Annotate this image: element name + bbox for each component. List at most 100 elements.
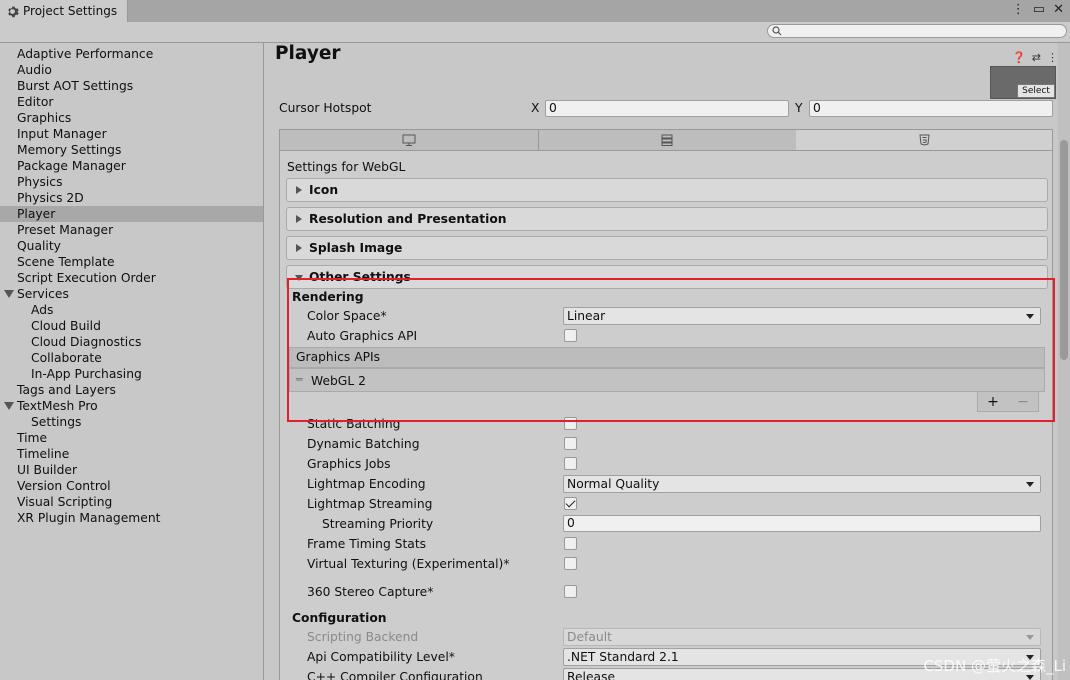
resolution-foldout[interactable]: Resolution and Presentation bbox=[286, 207, 1048, 231]
sidebar-item-services[interactable]: Services bbox=[0, 286, 263, 302]
sidebar-item-textmesh-pro[interactable]: TextMesh Pro bbox=[0, 398, 263, 414]
sidebar-item-graphics[interactable]: Graphics bbox=[0, 110, 263, 126]
sidebar-item-in-app-purchasing[interactable]: In-App Purchasing bbox=[0, 366, 263, 382]
sidebar-item-scene-template[interactable]: Scene Template bbox=[0, 254, 263, 270]
sidebar-item-version-control[interactable]: Version Control bbox=[0, 478, 263, 494]
hotspot-y-label: Y bbox=[795, 101, 803, 115]
sidebar-item-input-manager[interactable]: Input Manager bbox=[0, 126, 263, 142]
tab-title: Project Settings bbox=[23, 4, 118, 18]
more-options-icon[interactable]: ⋮ bbox=[1012, 2, 1025, 17]
graphics-api-item[interactable]: WebGL 2 bbox=[311, 374, 366, 388]
tab-standalone[interactable] bbox=[280, 130, 539, 150]
sidebar-item-ads[interactable]: Ads bbox=[0, 302, 263, 318]
sidebar-item-adaptive-performance[interactable]: Adaptive Performance bbox=[0, 46, 263, 62]
remove-api-button[interactable]: − bbox=[1017, 394, 1029, 410]
sidebar-item-timeline[interactable]: Timeline bbox=[0, 446, 263, 462]
select-texture-button[interactable]: Select bbox=[1017, 84, 1055, 98]
html5-icon bbox=[918, 134, 930, 146]
sidebar-item-visual-scripting[interactable]: Visual Scripting bbox=[0, 494, 263, 510]
graphics-apis-header: Graphics APIs bbox=[289, 347, 1045, 368]
sidebar-item-physics-2d[interactable]: Physics 2D bbox=[0, 190, 263, 206]
static-batching-checkbox[interactable] bbox=[564, 417, 577, 430]
other-settings-foldout[interactable]: Other Settings bbox=[286, 265, 1048, 289]
player-settings-panel: Player ❓ ⇄ ⋮ Select Cursor Hotspot X 0 Y… bbox=[265, 43, 1070, 680]
frame-timing-stats-checkbox[interactable] bbox=[564, 537, 577, 550]
tab-server[interactable] bbox=[538, 130, 797, 150]
sidebar-item-quality[interactable]: Quality bbox=[0, 238, 263, 254]
virtual-texturing-label: Virtual Texturing (Experimental)* bbox=[307, 557, 510, 571]
sidebar-item-preset-manager[interactable]: Preset Manager bbox=[0, 222, 263, 238]
virtual-texturing-checkbox[interactable] bbox=[564, 557, 577, 570]
sidebar-item-collaborate[interactable]: Collaborate bbox=[0, 350, 263, 366]
streaming-priority-label: Streaming Priority bbox=[322, 517, 434, 531]
static-batching-label: Static Batching bbox=[307, 417, 401, 431]
sidebar-item-physics[interactable]: Physics bbox=[0, 174, 263, 190]
sidebar-item-cloud-build[interactable]: Cloud Build bbox=[0, 318, 263, 334]
sidebar-item-tags-and-layers[interactable]: Tags and Layers bbox=[0, 382, 263, 398]
lightmap-encoding-label: Lightmap Encoding bbox=[307, 477, 426, 491]
collapsed-arrow-icon bbox=[296, 244, 302, 252]
stereo-capture-label: 360 Stereo Capture* bbox=[307, 585, 434, 599]
dynamic-batching-label: Dynamic Batching bbox=[307, 437, 420, 451]
lightmap-streaming-checkbox[interactable] bbox=[564, 497, 577, 510]
lightmap-streaming-label: Lightmap Streaming bbox=[307, 497, 433, 511]
graphics-jobs-checkbox[interactable] bbox=[564, 457, 577, 470]
lightmap-encoding-dropdown[interactable]: Normal Quality bbox=[563, 475, 1041, 493]
page-title: Player bbox=[275, 43, 341, 64]
sidebar-item-player[interactable]: Player bbox=[0, 206, 263, 222]
sidebar-item-cloud-diagnostics[interactable]: Cloud Diagnostics bbox=[0, 334, 263, 350]
platform-tabs bbox=[279, 129, 1053, 151]
sidebar-item-time[interactable]: Time bbox=[0, 430, 263, 446]
scripting-backend-dropdown: Default bbox=[563, 628, 1041, 646]
add-api-button[interactable]: + bbox=[987, 394, 999, 410]
drag-handle-icon[interactable]: ═ bbox=[296, 373, 303, 386]
sidebar-item-script-execution-order[interactable]: Script Execution Order bbox=[0, 270, 263, 286]
graphics-apis-list: ═ WebGL 2 bbox=[289, 368, 1045, 392]
server-icon bbox=[661, 134, 673, 146]
vertical-scrollbar[interactable] bbox=[1058, 43, 1070, 680]
close-icon[interactable]: ✕ bbox=[1053, 2, 1064, 17]
color-space-dropdown[interactable]: Linear bbox=[563, 307, 1041, 325]
splash-foldout[interactable]: Splash Image bbox=[286, 236, 1048, 260]
scripting-backend-label: Scripting Backend bbox=[307, 630, 419, 644]
hotspot-y-input[interactable]: 0 bbox=[809, 100, 1053, 117]
icon-foldout[interactable]: Icon bbox=[286, 178, 1048, 202]
sidebar-item-editor[interactable]: Editor bbox=[0, 94, 263, 110]
sidebar-item-ui-builder[interactable]: UI Builder bbox=[0, 462, 263, 478]
window-titlebar: Project Settings ⋮ ▭ ✕ bbox=[0, 0, 1070, 22]
graphics-apis-footer: + − bbox=[977, 392, 1039, 412]
sidebar-item-xr-plugin-management[interactable]: XR Plugin Management bbox=[0, 510, 263, 526]
auto-graphics-api-label: Auto Graphics API bbox=[307, 329, 418, 343]
maximize-icon[interactable]: ▭ bbox=[1033, 2, 1045, 17]
collapsed-arrow-icon bbox=[296, 186, 302, 194]
project-settings-tab[interactable]: Project Settings bbox=[0, 0, 128, 22]
sidebar-item-package-manager[interactable]: Package Manager bbox=[0, 158, 263, 174]
help-icon[interactable]: ❓ bbox=[1012, 51, 1026, 64]
rendering-header: Rendering bbox=[292, 290, 364, 304]
watermark: CSDN @萤火之森_Li bbox=[923, 657, 1066, 675]
api-compat-label: Api Compatibility Level* bbox=[307, 650, 455, 664]
stereo-capture-checkbox[interactable] bbox=[564, 585, 577, 598]
sidebar-item-audio[interactable]: Audio bbox=[0, 62, 263, 78]
monitor-icon bbox=[402, 134, 416, 146]
expand-arrow-icon[interactable] bbox=[4, 402, 14, 410]
cpp-compiler-label: C++ Compiler Configuration bbox=[307, 670, 483, 680]
sidebar-item-burst-aot[interactable]: Burst AOT Settings bbox=[0, 78, 263, 94]
configuration-header: Configuration bbox=[292, 611, 387, 625]
tab-webgl[interactable] bbox=[796, 130, 1052, 150]
streaming-priority-input[interactable]: 0 bbox=[563, 515, 1041, 532]
sidebar-item-memory-settings[interactable]: Memory Settings bbox=[0, 142, 263, 158]
more-options-icon[interactable]: ⋮ bbox=[1047, 51, 1058, 64]
expand-arrow-icon[interactable] bbox=[4, 290, 14, 298]
cursor-hotspot-label: Cursor Hotspot bbox=[279, 101, 372, 115]
preset-icon[interactable]: ⇄ bbox=[1032, 51, 1041, 64]
auto-graphics-api-checkbox[interactable] bbox=[564, 329, 577, 342]
search-input[interactable] bbox=[767, 24, 1067, 38]
graphics-jobs-label: Graphics Jobs bbox=[307, 457, 391, 471]
scrollbar-thumb[interactable] bbox=[1060, 140, 1068, 360]
dynamic-batching-checkbox[interactable] bbox=[564, 437, 577, 450]
hotspot-x-input[interactable]: 0 bbox=[545, 100, 789, 117]
webgl-inspector: Settings for WebGL Icon Resolution and P… bbox=[279, 151, 1053, 680]
sidebar-item-textmesh-settings[interactable]: Settings bbox=[0, 414, 263, 430]
hotspot-x-label: X bbox=[531, 101, 540, 115]
